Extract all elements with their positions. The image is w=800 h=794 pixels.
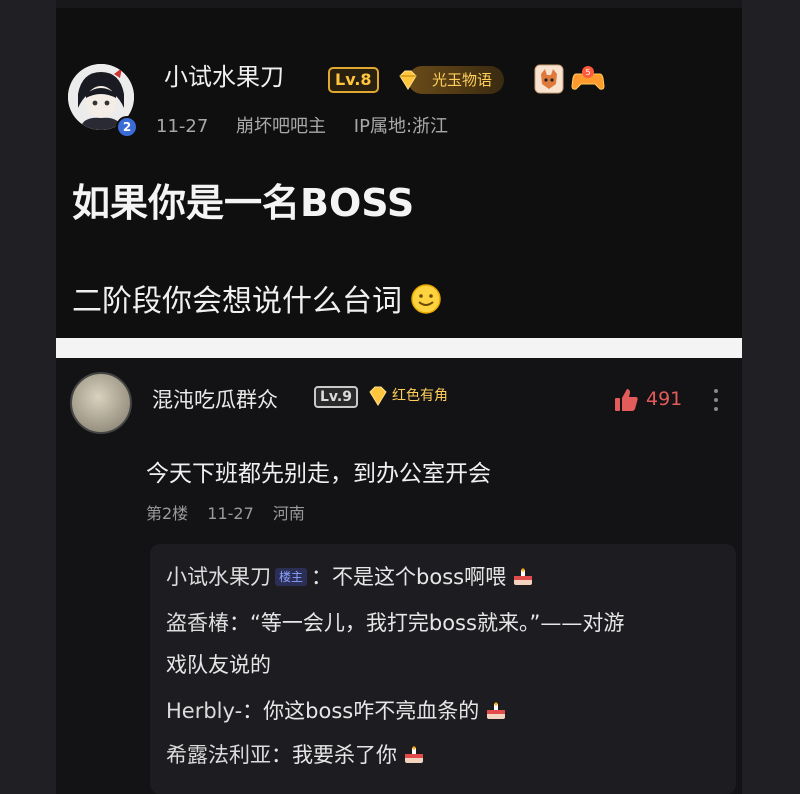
- thumbs-up-icon[interactable]: [612, 386, 640, 414]
- reply-list: 小试水果刀 楼主 ：不是这个boss啊喂 盗香椿：“等一会儿，我打完boss就来。”…: [150, 544, 736, 794]
- reply-author[interactable]: 希露法利亚: [166, 743, 271, 767]
- like-count: 491: [646, 388, 683, 410]
- commenter-avatar[interactable]: [70, 372, 132, 434]
- section-divider: [56, 338, 742, 358]
- reply-author[interactable]: Herbly-: [166, 699, 242, 723]
- reply-item[interactable]: Herbly-：你这boss咋不亮血条的: [166, 696, 507, 726]
- reply-item-continued: 戏队友说的: [166, 650, 271, 680]
- left-margin: [0, 0, 56, 794]
- reply-text: ：你这boss咋不亮血条的: [242, 699, 480, 723]
- gamepad-badge-icon: 5: [571, 66, 605, 90]
- author-role: 崩坏吧吧主: [236, 116, 327, 137]
- commenter-name[interactable]: 混沌吃瓜群众: [152, 384, 278, 414]
- reply-text: ：不是这个boss啊喂: [311, 565, 507, 589]
- diamond-icon: [369, 386, 387, 406]
- reply-text: 戏队友说的: [166, 653, 271, 677]
- ip-location: IP属地:浙江: [353, 116, 449, 137]
- comment-date: 11-27: [207, 504, 254, 523]
- author-title-tag: 光玉物语: [408, 66, 505, 94]
- right-margin: [742, 0, 800, 794]
- comment-text: 今天下班都先别走，到办公室开会: [146, 461, 491, 487]
- svg-text:5: 5: [585, 68, 590, 77]
- comment-location: 河南: [272, 504, 305, 523]
- reply-item[interactable]: 小试水果刀 楼主 ：不是这个boss啊喂: [166, 562, 534, 592]
- smile-emoji-icon: [411, 284, 441, 314]
- more-options-icon[interactable]: [712, 386, 720, 414]
- post-body: 二阶段你会想说什么台词: [72, 276, 442, 320]
- fox-badge-icon: [534, 64, 564, 94]
- avatar-level-badge: 2: [116, 116, 138, 138]
- cake-emoji-icon: [405, 746, 423, 763]
- post-author-name[interactable]: 小试水果刀: [164, 60, 284, 94]
- post-meta: 11-27 崩坏吧吧主 IP属地:浙江: [156, 112, 470, 138]
- post-card: 2 小试水果刀 Lv.8 光玉物语 5 11-27 崩坏吧吧主 IP属地:浙江 …: [56, 0, 742, 338]
- top-bar: [56, 0, 742, 8]
- cake-emoji-icon: [514, 568, 533, 585]
- post-date: 11-27: [156, 116, 209, 137]
- post-title: 如果你是一名BOSS: [72, 181, 415, 225]
- reply-item[interactable]: 希露法利亚：我要杀了你: [166, 740, 425, 770]
- op-badge: 楼主: [275, 568, 308, 586]
- commenter-level-badge: Lv.9: [314, 386, 358, 408]
- reply-author[interactable]: 盗香椿: [166, 611, 229, 635]
- comment-card: 混沌吃瓜群众 Lv.9 红色有角 491 今天下班都先别走，到办公室开会 第2楼…: [56, 358, 742, 794]
- reply-item[interactable]: 盗香椿：“等一会儿，我打完boss就来。”——对游: [166, 608, 624, 638]
- floor-number: 第2楼: [146, 504, 189, 523]
- reply-author[interactable]: 小试水果刀: [166, 565, 271, 589]
- comment-meta: 第2楼 11-27 河南: [146, 500, 319, 524]
- reply-text: ：我要杀了你: [271, 743, 397, 767]
- author-level-badge: Lv.8: [328, 67, 379, 93]
- post-body-text: 二阶段你会想说什么台词: [72, 284, 402, 319]
- reply-text: ：“等一会儿，我打完boss就来。”——对游: [229, 611, 625, 635]
- diamond-icon: [399, 70, 417, 90]
- cake-emoji-icon: [487, 702, 506, 719]
